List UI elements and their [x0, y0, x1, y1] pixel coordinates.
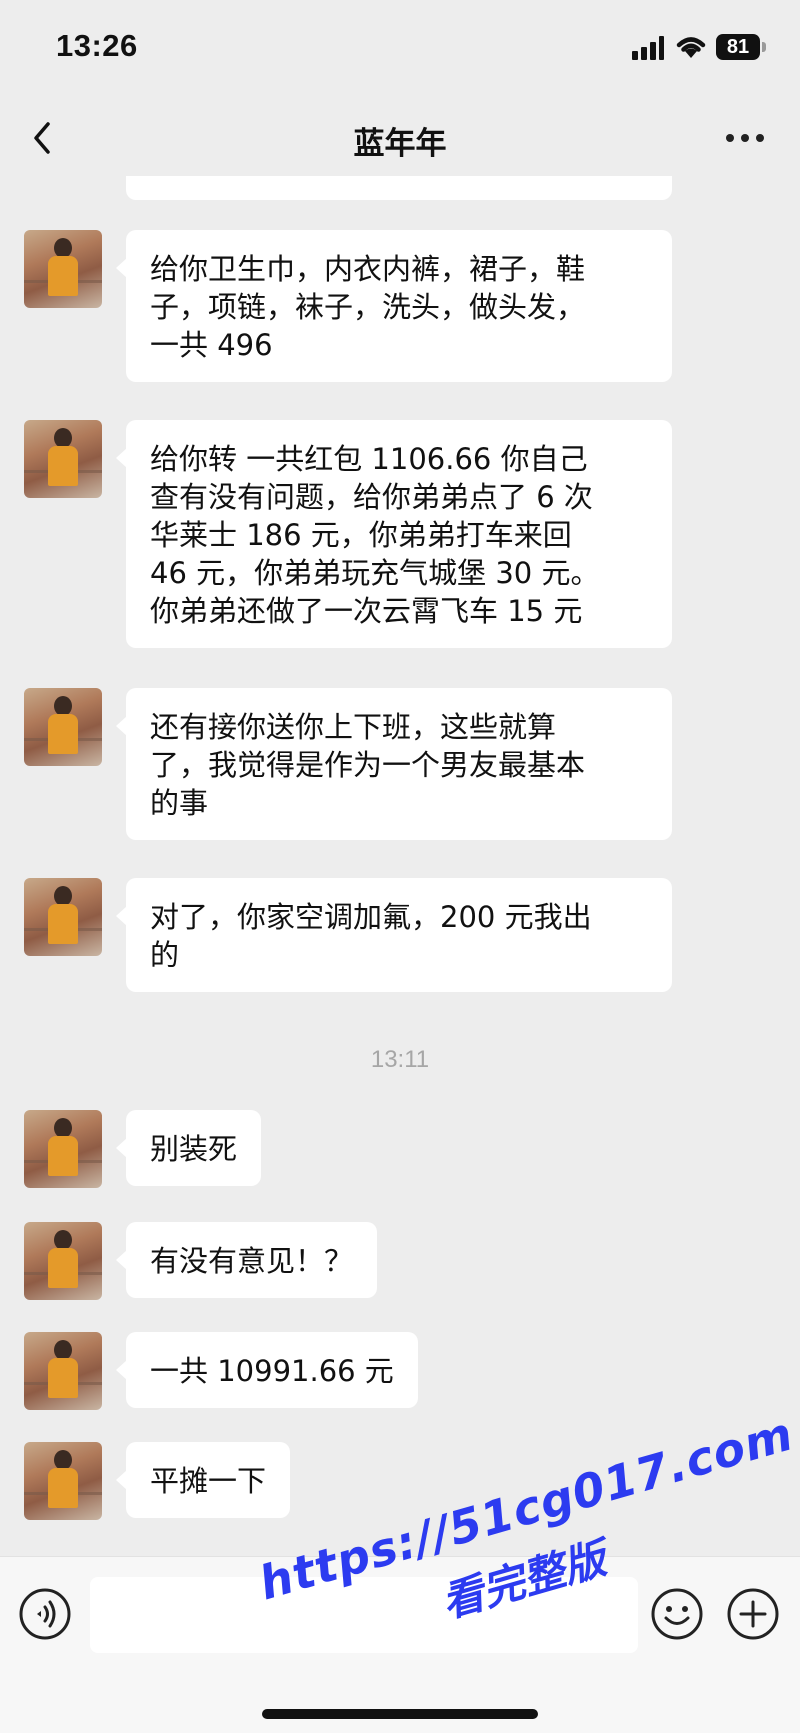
avatar[interactable] [24, 1110, 102, 1188]
message-bubble[interactable]: 别装死 [115, 1110, 262, 1186]
chat-header: 蓝年年 [0, 100, 800, 176]
avatar[interactable] [24, 688, 102, 766]
message-bubble[interactable]: 平摊一下 [115, 1442, 291, 1518]
avatar[interactable] [24, 230, 102, 308]
avatar[interactable] [24, 420, 102, 498]
chat-title: 蓝年年 [353, 126, 447, 162]
avatar[interactable] [24, 878, 102, 956]
cellular-signal-icon [632, 36, 664, 60]
battery-icon: 81 [716, 34, 760, 60]
previous-message-bubble [126, 176, 672, 200]
voice-icon[interactable] [18, 1587, 72, 1641]
message-list[interactable]: 给你卫生巾，内衣内裤，裙子，鞋 子，项链，袜子，洗头，做头发， 一共 496 给… [0, 176, 800, 1556]
more-dots-icon[interactable] [726, 132, 766, 144]
message-timestamp: 13:11 [370, 1046, 430, 1073]
wifi-icon [676, 37, 706, 58]
status-bar: 13:26 81 [0, 0, 800, 100]
message-bubble[interactable]: 有没有意见！？ [115, 1222, 378, 1298]
battery-tip [762, 42, 766, 52]
message-bubble[interactable]: 给你卫生巾，内衣内裤，裙子，鞋 子，项链，袜子，洗头，做头发， 一共 496 [116, 230, 672, 382]
status-time: 13:26 [56, 28, 138, 63]
avatar[interactable] [24, 1442, 102, 1520]
message-bubble[interactable]: 还有接你送你上下班，这些就算 了，我觉得是作为一个男友最基本 的事 [116, 688, 672, 840]
message-bubble[interactable]: 对了，你家空调加氟，200 元我出 的 [116, 878, 672, 992]
message-bubble[interactable]: 一共 10991.66 元 [116, 1332, 418, 1408]
message-bubble[interactable]: 给你转 一共红包 1106.66 你自己 查有没有问题，给你弟弟点了 6 次 华… [116, 420, 672, 648]
avatar[interactable] [24, 1332, 102, 1410]
avatar[interactable] [24, 1222, 102, 1300]
